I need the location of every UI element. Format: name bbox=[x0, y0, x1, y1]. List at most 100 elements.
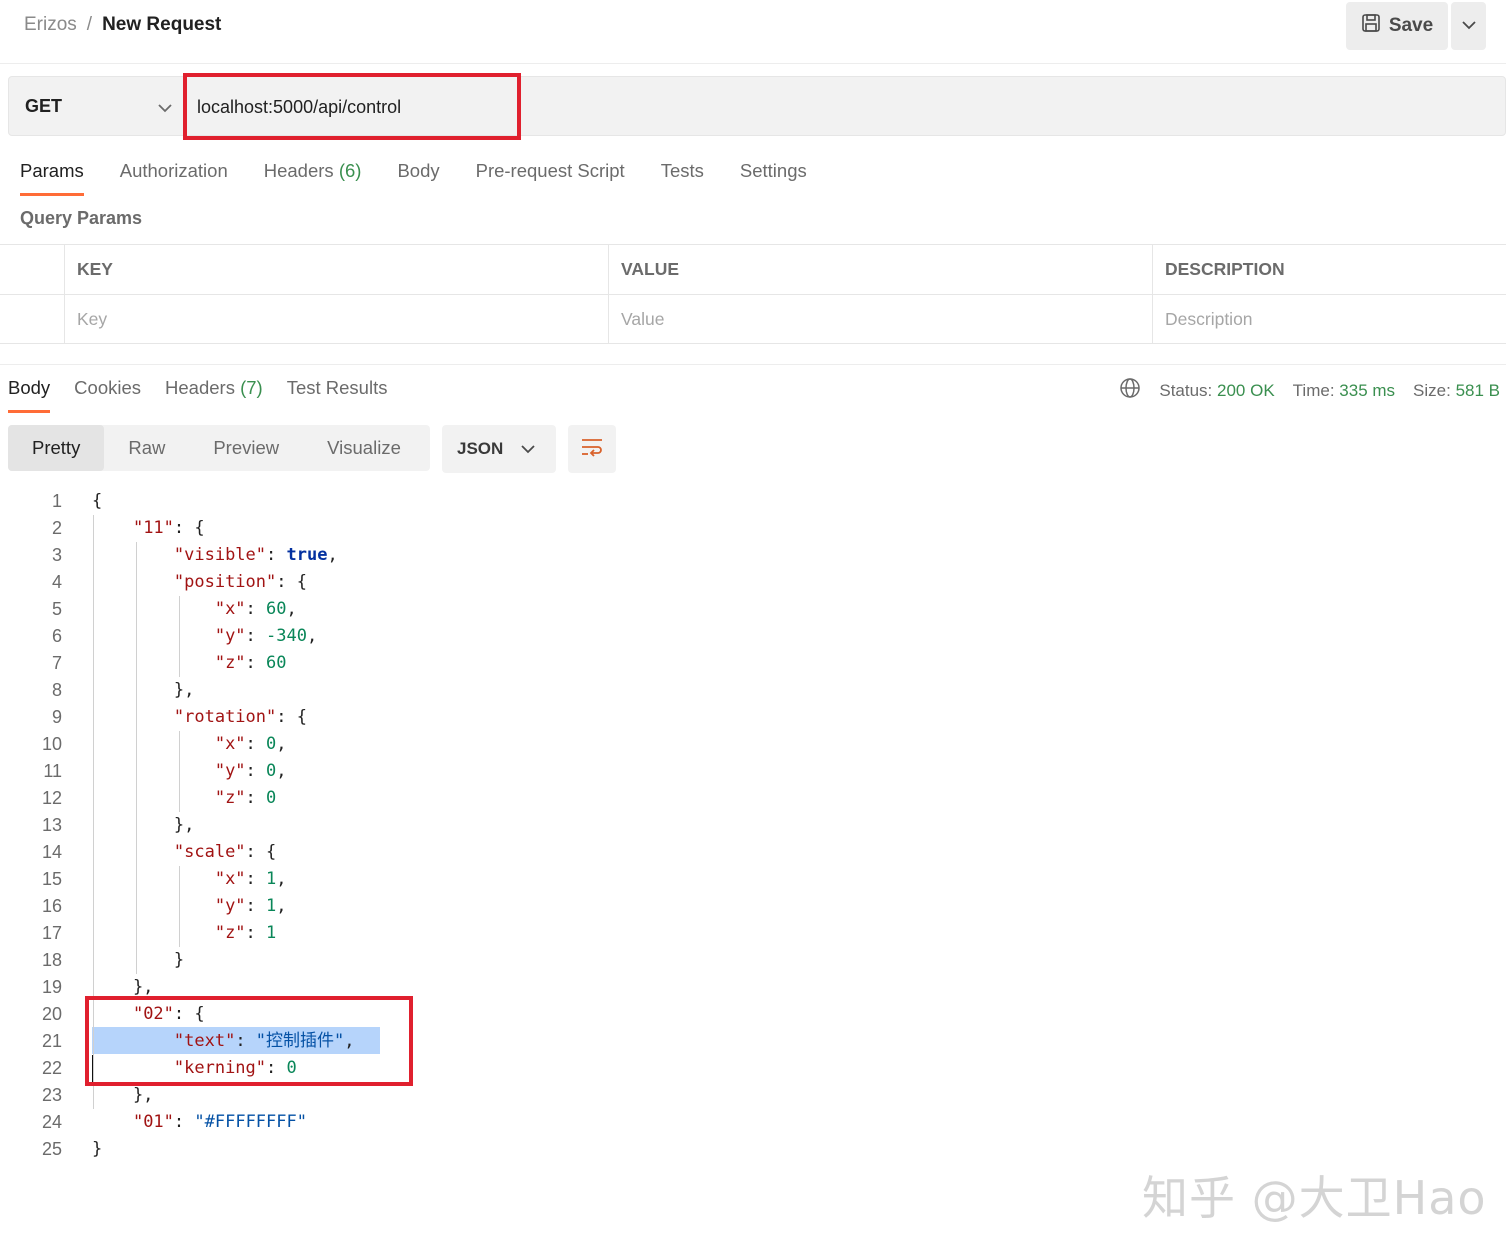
code-text: "x": 0, bbox=[214, 734, 287, 754]
line-number: 11 bbox=[43, 761, 62, 781]
code-line: 4 "position": { bbox=[0, 569, 1506, 596]
save-label: Save bbox=[1388, 15, 1434, 36]
chevron-down-icon bbox=[158, 97, 172, 118]
code-line: 10 "x": 0, bbox=[0, 731, 1506, 758]
line-number: 16 bbox=[41, 896, 62, 916]
response-time: Time: 335 ms bbox=[1292, 380, 1396, 400]
line-number: 9 bbox=[51, 707, 62, 727]
code-line: 3 "visible": true, bbox=[0, 542, 1506, 569]
method-select[interactable]: GET bbox=[9, 77, 185, 135]
view-raw[interactable]: Raw bbox=[104, 425, 189, 471]
breadcrumb-workspace[interactable]: Erizos bbox=[24, 14, 77, 36]
code-line: 14 "scale": { bbox=[0, 839, 1506, 866]
tab-label: Body bbox=[397, 160, 440, 181]
save-button[interactable]: Save bbox=[1346, 2, 1448, 50]
code-text: "visible": true, bbox=[173, 545, 338, 565]
top-bar: Erizos / New Request Save bbox=[0, 0, 1506, 64]
code-line: 7 "z": 60 bbox=[0, 650, 1506, 677]
tab-body[interactable]: Body bbox=[397, 160, 439, 196]
line-number: 21 bbox=[41, 1031, 62, 1051]
url-bar: GET bbox=[8, 76, 1506, 136]
tab-label: Params bbox=[20, 160, 84, 181]
tab-label: Pre-request Script bbox=[475, 160, 625, 181]
code-line: 13 }, bbox=[0, 812, 1506, 839]
globe-icon[interactable] bbox=[1119, 377, 1141, 404]
format-select[interactable]: JSON bbox=[442, 425, 556, 473]
breadcrumb: Erizos / New Request bbox=[24, 14, 221, 36]
code-line: 22 "kerning": 0 bbox=[0, 1055, 1506, 1082]
checkbox-column bbox=[0, 245, 64, 294]
tab-response-body[interactable]: Body bbox=[8, 377, 51, 413]
code-line: 16 "y": 1, bbox=[0, 893, 1506, 920]
tab-test-results[interactable]: Test Results bbox=[287, 377, 388, 413]
tab-headers[interactable]: Headers (6) bbox=[264, 160, 362, 196]
param-value-input[interactable] bbox=[621, 309, 1152, 330]
code-text: }, bbox=[92, 680, 195, 700]
response-body-editor[interactable]: 1{2 "11": {3 "visible": true, 4 "position… bbox=[0, 488, 1506, 1163]
wrap-lines-button[interactable] bbox=[568, 425, 616, 473]
code-text: "01": "#FFFFFFFF" bbox=[132, 1112, 307, 1132]
tab-authorization[interactable]: Authorization bbox=[120, 160, 228, 196]
tab-label: Tests bbox=[660, 160, 704, 181]
code-text: "z": 60 bbox=[214, 653, 287, 673]
param-key-input[interactable] bbox=[77, 309, 608, 330]
tab-params[interactable]: Params bbox=[20, 160, 84, 196]
line-number: 3 bbox=[51, 545, 62, 565]
code-line: 2 "11": { bbox=[0, 515, 1506, 542]
tab-settings[interactable]: Settings bbox=[740, 160, 807, 196]
view-mode-group: Pretty Raw Preview Visualize bbox=[8, 425, 430, 471]
code-line: 21 "text": "控制插件", bbox=[0, 1028, 1506, 1055]
code-line: 12 "z": 0 bbox=[0, 785, 1506, 812]
line-number: 1 bbox=[51, 491, 62, 511]
method-label: GET bbox=[25, 95, 63, 116]
line-number: 5 bbox=[51, 599, 62, 619]
tab-pre-request-script[interactable]: Pre-request Script bbox=[476, 160, 625, 196]
line-number: 13 bbox=[41, 815, 62, 835]
code-text: "02": { bbox=[132, 1004, 205, 1024]
code-line: 8 }, bbox=[0, 677, 1506, 704]
table-header-row: KEY VALUE DESCRIPTION bbox=[0, 244, 1506, 294]
code-text: "scale": { bbox=[173, 842, 277, 862]
tab-cookies[interactable]: Cookies bbox=[74, 377, 141, 413]
line-number: 14 bbox=[41, 842, 62, 862]
param-description-input[interactable] bbox=[1165, 309, 1506, 330]
column-header-key: KEY bbox=[64, 245, 608, 294]
response-size: Size: 581 B bbox=[1413, 380, 1500, 400]
url-input[interactable] bbox=[197, 89, 1487, 125]
view-pretty[interactable]: Pretty bbox=[8, 425, 105, 471]
line-number: 24 bbox=[41, 1112, 62, 1132]
tab-count: (6) bbox=[338, 160, 362, 181]
breadcrumb-separator: / bbox=[86, 14, 93, 35]
view-visualize[interactable]: Visualize bbox=[303, 425, 425, 471]
tab-label: Authorization bbox=[119, 160, 228, 181]
save-options-button[interactable] bbox=[1451, 2, 1486, 50]
code-text: "y": 0, bbox=[214, 761, 287, 781]
code-text: "rotation": { bbox=[173, 707, 307, 727]
line-number: 17 bbox=[41, 923, 62, 943]
column-header-value: VALUE bbox=[608, 245, 1152, 294]
code-text: }, bbox=[92, 1085, 154, 1105]
tab-count: (7) bbox=[240, 377, 263, 398]
line-number: 4 bbox=[51, 572, 62, 592]
request-name[interactable]: New Request bbox=[102, 14, 221, 36]
watermark: 知乎 @大卫Hao bbox=[1142, 1171, 1487, 1225]
line-number: 25 bbox=[41, 1139, 62, 1159]
tab-label: Body bbox=[8, 377, 51, 398]
query-params-table: KEY VALUE DESCRIPTION bbox=[0, 244, 1506, 344]
code-text: "z": 1 bbox=[214, 923, 277, 943]
code-line: 9 "rotation": { bbox=[0, 704, 1506, 731]
view-preview[interactable]: Preview bbox=[189, 425, 303, 471]
query-params-title: Query Params bbox=[20, 208, 143, 228]
code-line: 18 } bbox=[0, 947, 1506, 974]
code-line: 25} bbox=[0, 1136, 1506, 1163]
code-text: }, bbox=[92, 815, 195, 835]
code-text: "y": 1, bbox=[214, 896, 287, 916]
code-line: 11 "y": 0, bbox=[0, 758, 1506, 785]
code-line: 19 }, bbox=[0, 974, 1506, 1001]
line-number: 18 bbox=[41, 950, 62, 970]
tab-response-headers[interactable]: Headers (7) bbox=[165, 377, 263, 413]
format-label: JSON bbox=[457, 439, 504, 458]
tab-tests[interactable]: Tests bbox=[661, 160, 704, 196]
code-line: 23 }, bbox=[0, 1082, 1506, 1109]
chevron-down-icon bbox=[521, 439, 535, 459]
